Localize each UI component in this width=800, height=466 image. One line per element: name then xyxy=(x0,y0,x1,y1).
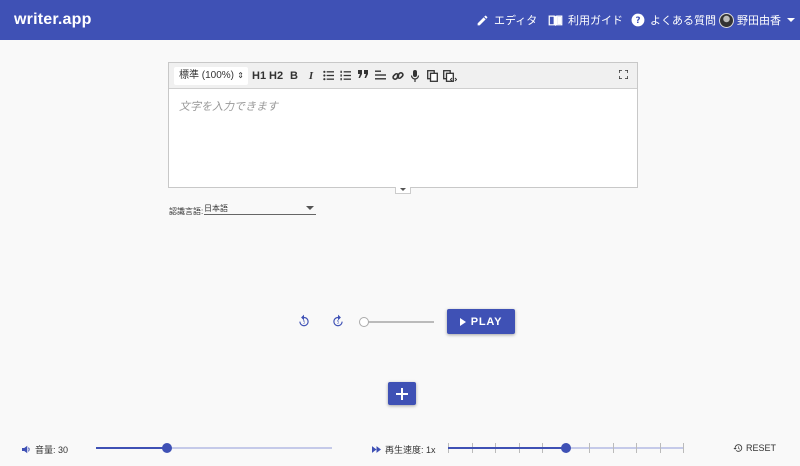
history-icon xyxy=(733,444,743,452)
editor-text-area[interactable]: 文字を入力できます xyxy=(169,89,637,123)
rewind-button[interactable]: 5 xyxy=(297,314,311,328)
user-name: 野田由香 xyxy=(737,15,781,27)
nav-faq[interactable]: ? よくある質問 xyxy=(631,0,716,40)
svg-text:?: ? xyxy=(635,16,640,26)
reset-label: RESET xyxy=(746,443,777,453)
play-button[interactable]: PLAY xyxy=(447,309,515,334)
fast-forward-icon xyxy=(372,446,381,453)
editor-placeholder: 文字を入力できます xyxy=(179,101,278,113)
volume-text: 音量: 30 xyxy=(35,445,69,455)
volume-label: 音量: 30 xyxy=(22,443,68,456)
align-button[interactable] xyxy=(373,68,387,84)
speed-tick xyxy=(683,443,684,453)
speed-label: 再生速度: 1x xyxy=(372,443,436,456)
font-size-select[interactable]: 標準 (100%) ⇕ xyxy=(174,67,248,85)
speed-tick xyxy=(659,443,661,453)
numbered-list-icon xyxy=(339,70,351,81)
numbered-list-button[interactable] xyxy=(338,68,352,84)
heading2-label: H2 xyxy=(269,70,284,82)
italic-label: I xyxy=(308,70,314,82)
fullscreen-button[interactable] xyxy=(616,68,630,84)
copy-code-icon xyxy=(443,70,457,82)
nav-editor-label: エディタ xyxy=(494,15,538,27)
volume-slider-thumb[interactable] xyxy=(161,443,172,453)
bold-label: B xyxy=(290,70,298,82)
pencil-icon xyxy=(477,15,488,25)
mic-icon xyxy=(410,70,420,82)
book-icon xyxy=(548,15,563,26)
copy-code-button[interactable] xyxy=(443,68,457,84)
heading1-label: H1 xyxy=(252,70,267,82)
seek-slider-track[interactable] xyxy=(364,321,434,323)
link-icon xyxy=(392,71,404,81)
svg-text:5: 5 xyxy=(303,319,306,324)
reset-button[interactable]: RESET xyxy=(733,443,776,453)
dropdown-arrow-icon xyxy=(306,206,314,210)
help-circle-icon: ? xyxy=(631,13,645,27)
chevron-down-icon xyxy=(787,18,795,22)
bullet-list-icon xyxy=(322,70,334,81)
language-label: 認識言語: xyxy=(169,207,204,216)
forward-icon: 5 xyxy=(333,314,343,327)
heading2-button[interactable]: H2 xyxy=(269,68,283,84)
mic-button[interactable] xyxy=(408,68,422,84)
add-button[interactable] xyxy=(388,382,416,405)
nav-faq-label: よくある質問 xyxy=(650,15,716,27)
quote-button[interactable] xyxy=(356,68,370,84)
volume-slider-fill xyxy=(96,447,167,449)
updown-icon: ⇕ xyxy=(237,71,244,80)
editor-toolbar: 標準 (100%) ⇕ H1 H2 B I xyxy=(169,63,637,89)
forward-button[interactable]: 5 xyxy=(331,314,345,328)
copy-button[interactable] xyxy=(425,68,439,84)
seek-slider-thumb[interactable] xyxy=(359,317,369,327)
volume-icon xyxy=(22,445,30,454)
language-select[interactable]: 日本語 xyxy=(204,203,316,215)
heading1-button[interactable]: H1 xyxy=(252,68,266,84)
language-value: 日本語 xyxy=(204,204,228,213)
speed-slider-fill xyxy=(448,447,566,449)
nav-guide[interactable]: 利用ガイド xyxy=(548,0,623,40)
italic-button[interactable]: I xyxy=(304,68,318,84)
speed-tick xyxy=(636,443,637,453)
brand-logo[interactable]: writer.app xyxy=(14,11,92,29)
speed-tick xyxy=(612,443,614,453)
nav-editor[interactable]: エディタ xyxy=(476,0,537,40)
link-button[interactable] xyxy=(391,68,405,84)
markdown-editor: 標準 (100%) ⇕ H1 H2 B I 文字を入力できます xyxy=(168,62,638,188)
avatar xyxy=(719,12,734,28)
speed-text: 再生速度: 1x xyxy=(385,445,436,455)
user-menu[interactable]: 野田由香 xyxy=(719,0,795,40)
quote-icon xyxy=(358,70,368,78)
svg-text:5: 5 xyxy=(337,319,340,324)
bullet-list-button[interactable] xyxy=(321,68,335,84)
replay-icon: 5 xyxy=(299,314,309,327)
align-left-icon xyxy=(374,70,386,80)
bold-button[interactable]: B xyxy=(287,68,301,84)
nav-guide-label: 利用ガイド xyxy=(568,15,623,27)
font-size-value: 標準 (100%) xyxy=(179,70,235,81)
speed-slider-thumb[interactable] xyxy=(560,443,571,453)
app-bar: writer.app エディタ 利用ガイド ? よくある質問 野田由香 xyxy=(0,0,800,40)
play-label: PLAY xyxy=(470,315,503,328)
copy-icon xyxy=(426,70,438,82)
play-icon xyxy=(459,317,466,326)
speed-tick xyxy=(589,443,590,453)
fullscreen-icon xyxy=(618,70,628,79)
editor-expand-handle[interactable] xyxy=(395,187,411,194)
